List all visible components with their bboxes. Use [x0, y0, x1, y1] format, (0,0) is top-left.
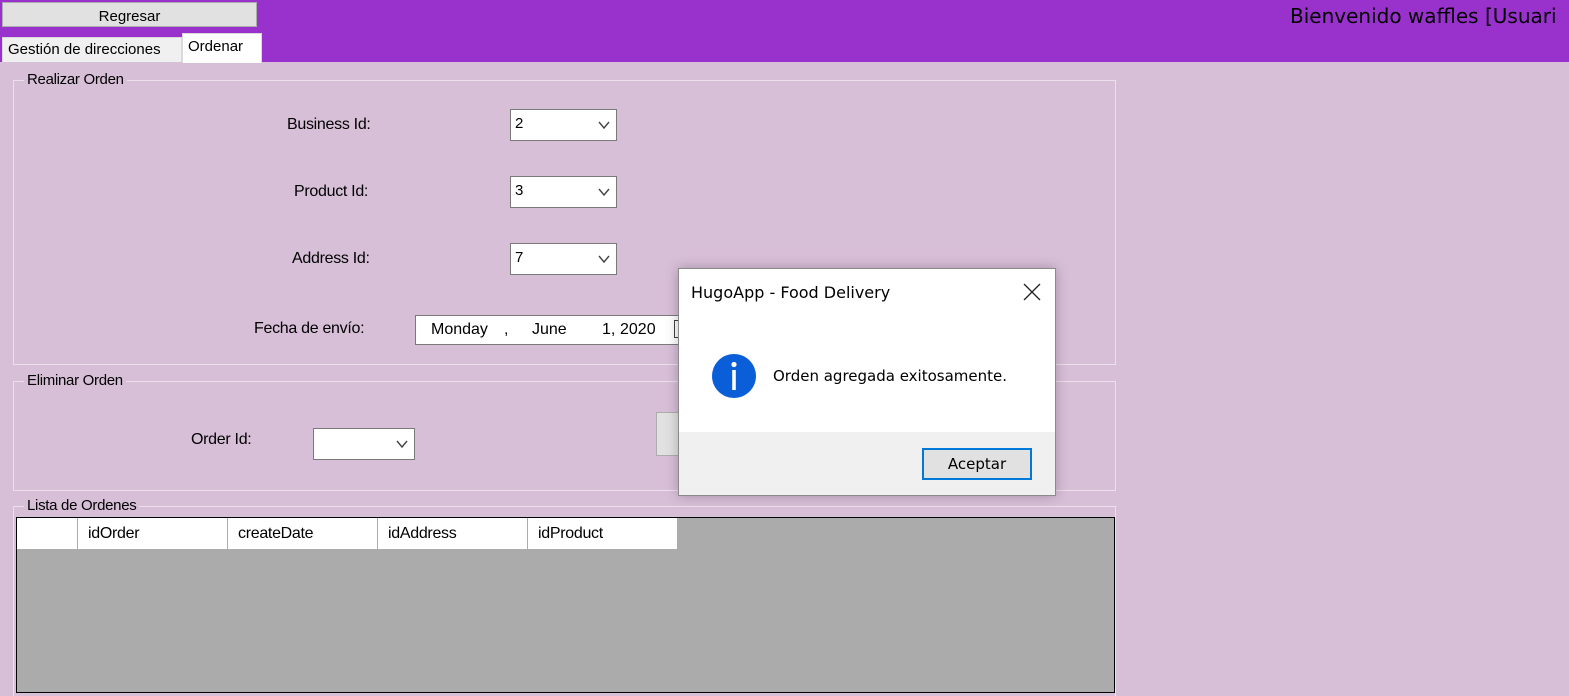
message-dialog: HugoApp - Food Delivery Orden agregada e…: [678, 268, 1056, 496]
dialog-title: HugoApp - Food Delivery: [691, 283, 891, 302]
tab-gestion-direcciones[interactable]: Gestión de direcciones: [2, 37, 182, 62]
chevron-down-icon: [598, 255, 610, 264]
regresar-button[interactable]: Regresar: [2, 2, 257, 27]
eliminar-orden-title: Eliminar Orden: [24, 372, 126, 389]
business-id-value: 2: [515, 115, 524, 132]
order-id-label: Order Id:: [191, 431, 252, 448]
product-id-label: Product Id:: [294, 183, 369, 200]
address-id-value: 7: [515, 249, 524, 266]
aceptar-button[interactable]: Aceptar: [922, 448, 1032, 480]
grid-row-header-corner: [17, 518, 78, 549]
dialog-footer: Aceptar: [679, 432, 1055, 495]
business-id-combo[interactable]: 2: [510, 109, 617, 141]
date-month: June: [532, 321, 567, 338]
column-header-createdate[interactable]: createDate: [228, 518, 378, 549]
date-separator: ,: [504, 321, 509, 338]
order-id-combo[interactable]: [313, 428, 415, 460]
dialog-message: Orden agregada exitosamente.: [773, 367, 1008, 385]
grid-header-row: idOrder createDate idAddress idProduct: [17, 518, 678, 549]
fecha-envio-datepicker[interactable]: Monday , June 1, 2020: [415, 315, 685, 345]
date-day-name: Monday: [431, 321, 488, 338]
business-id-label: Business Id:: [287, 116, 371, 133]
header-bar: Regresar Bienvenido waffles [Usuari Gest…: [0, 0, 1569, 63]
address-id-combo[interactable]: 7: [510, 243, 617, 275]
realizar-orden-title: Realizar Orden: [24, 71, 127, 88]
column-header-idaddress[interactable]: idAddress: [378, 518, 528, 549]
close-icon[interactable]: [1023, 283, 1041, 301]
tab-ordenar[interactable]: Ordenar: [182, 33, 262, 63]
chevron-down-icon: [396, 440, 408, 449]
address-id-label: Address Id:: [292, 250, 370, 267]
chevron-down-icon: [598, 121, 610, 130]
product-id-combo[interactable]: 3: [510, 176, 617, 208]
column-header-idorder[interactable]: idOrder: [78, 518, 228, 549]
date-year: 2020: [620, 321, 656, 338]
column-header-idproduct[interactable]: idProduct: [528, 518, 678, 549]
date-day: 1,: [602, 321, 616, 338]
lista-ordenes-title: Lista de Ordenes: [24, 497, 140, 514]
chevron-down-icon: [598, 188, 610, 197]
product-id-value: 3: [515, 182, 524, 199]
info-icon: [712, 354, 756, 398]
fecha-envio-label: Fecha de envío:: [254, 320, 365, 337]
welcome-text: Bienvenido waffles [Usuari: [1290, 4, 1557, 28]
orders-grid[interactable]: idOrder createDate idAddress idProduct: [16, 517, 1115, 693]
